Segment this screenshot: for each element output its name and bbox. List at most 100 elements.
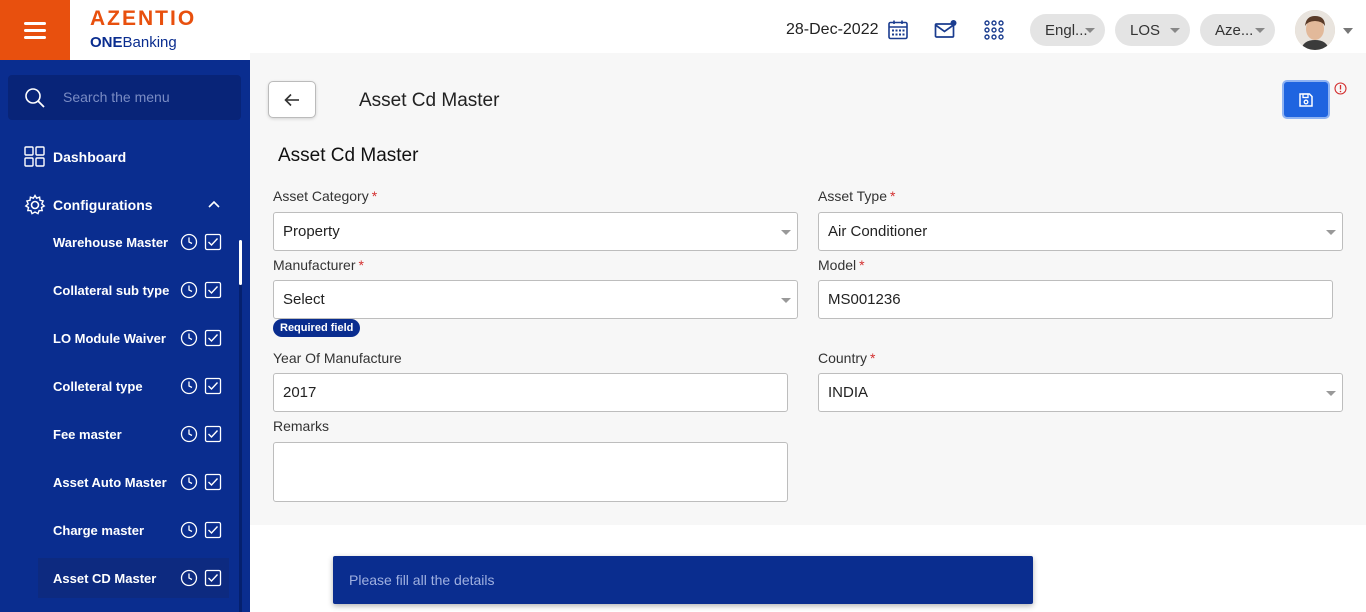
history-icon[interactable]: [180, 377, 198, 395]
checkbox-icon[interactable]: [204, 521, 222, 539]
sidebar-item-dashboard[interactable]: Dashboard: [24, 145, 126, 169]
required-mark: *: [859, 257, 865, 273]
required-mark: *: [890, 188, 896, 204]
apps-grid-icon[interactable]: [982, 18, 1006, 42]
chevron-down-icon: [1326, 230, 1336, 235]
history-icon[interactable]: [180, 281, 198, 299]
gear-icon: [24, 194, 46, 215]
asset-category-label: Asset Category *: [273, 188, 377, 204]
chevron-down-icon: [781, 298, 791, 303]
year-input[interactable]: 2017: [273, 373, 788, 412]
arrow-left-icon: [284, 93, 299, 106]
sidebar-item-collateral-sub-type[interactable]: Collateral sub type: [38, 270, 229, 310]
chevron-down-icon: [1255, 28, 1265, 33]
history-icon[interactable]: [180, 521, 198, 539]
language-select[interactable]: Engl...: [1030, 14, 1105, 46]
model-input[interactable]: MS001236: [818, 280, 1333, 319]
history-icon[interactable]: [180, 329, 198, 347]
model-label: Model *: [818, 257, 865, 273]
sidebar-item-asset-cd-master[interactable]: Asset CD Master: [38, 558, 229, 598]
module-select[interactable]: LOS: [1115, 14, 1190, 46]
asset-category-label-text: Asset Category: [273, 188, 369, 204]
required-mark: *: [371, 188, 378, 204]
logo-sub-regular: Banking: [122, 34, 177, 51]
sidebar-item-charge-master[interactable]: Charge master: [38, 510, 229, 550]
country-select[interactable]: INDIA: [818, 373, 1343, 412]
back-button[interactable]: [268, 81, 316, 118]
manufacturer-label: Manufacturer *: [273, 257, 364, 273]
sidebar-item-label: Dashboard: [53, 149, 127, 165]
model-value: MS001236: [828, 291, 901, 308]
form-title: Asset Cd Master: [278, 145, 419, 166]
search-placeholder: Search the menu: [63, 89, 170, 105]
manufacturer-value: Select: [283, 291, 325, 308]
history-icon[interactable]: [180, 569, 198, 587]
remarks-textarea[interactable]: [273, 442, 788, 502]
save-button[interactable]: [1282, 80, 1330, 119]
page-title: Asset Cd Master: [359, 90, 500, 111]
sidebar-item-warehouse-master[interactable]: Warehouse Master: [38, 222, 229, 262]
sidebar-item-configurations[interactable]: Configurations: [24, 193, 153, 217]
save-icon: [1299, 92, 1313, 107]
asset-category-select[interactable]: Property: [273, 212, 798, 251]
logo-brand: AZENTIO: [90, 7, 197, 30]
checkbox-icon[interactable]: [204, 569, 222, 587]
current-date: 28-Dec-2022: [786, 21, 879, 38]
avatar-image: [1295, 10, 1335, 50]
asset-category-value: Property: [283, 223, 340, 240]
avatar[interactable]: [1295, 10, 1335, 50]
sidebar: Search the menu Dashboard Configurations…: [0, 60, 250, 612]
top-bar: AZENTIO ONEBanking 28-Dec-2022 Engl... L…: [0, 0, 1366, 60]
asset-type-label-text: Asset Type: [818, 188, 888, 204]
sidebar-item-asset-auto-master[interactable]: Asset Auto Master: [38, 462, 229, 502]
menu-icon: [24, 22, 46, 39]
sidebar-scrollbar[interactable]: [239, 240, 242, 285]
entity-select[interactable]: Aze...: [1200, 14, 1275, 46]
calendar-icon[interactable]: [886, 18, 910, 42]
sidebar-item-label: Configurations: [53, 197, 153, 213]
error-icon: [1334, 82, 1347, 95]
sidebar-scroll-track[interactable]: [239, 285, 242, 612]
checkbox-icon[interactable]: [204, 329, 222, 347]
country-label: Country *: [818, 350, 875, 366]
manufacturer-select[interactable]: Select: [273, 280, 798, 319]
history-icon[interactable]: [180, 233, 198, 251]
menu-search-input[interactable]: Search the menu: [8, 75, 241, 120]
logo-sub: ONEBanking: [90, 34, 196, 52]
module-value: LOS: [1130, 21, 1161, 39]
chevron-down-icon: [781, 230, 791, 235]
year-label: Year Of Manufacture: [273, 350, 402, 366]
model-label-text: Model: [818, 257, 857, 273]
checkbox-icon[interactable]: [204, 473, 222, 491]
chevron-down-icon: [1170, 28, 1180, 33]
checkbox-icon[interactable]: [204, 425, 222, 443]
required-field-badge: Required field: [273, 319, 361, 337]
sidebar-item-label: Fee master: [53, 426, 122, 442]
manufacturer-label-text: Manufacturer: [273, 257, 356, 273]
avatar-chevron-down-icon[interactable]: [1343, 28, 1353, 34]
logo-sub-bold: ONE: [90, 34, 123, 51]
checkbox-icon[interactable]: [204, 377, 222, 395]
sidebar-item-fee-master[interactable]: Fee master: [38, 414, 229, 454]
country-label-text: Country: [818, 350, 868, 366]
toast-message: Please fill all the details: [349, 572, 495, 588]
checkbox-icon[interactable]: [204, 281, 222, 299]
history-icon[interactable]: [180, 425, 198, 443]
asset-type-select[interactable]: Air Conditioner: [818, 212, 1343, 251]
remarks-label-text: Remarks: [273, 418, 330, 434]
history-icon[interactable]: [180, 473, 198, 491]
mail-icon[interactable]: [933, 18, 957, 42]
sidebar-item-label: Charge master: [53, 522, 145, 538]
chevron-up-icon[interactable]: [208, 200, 220, 208]
toast-notification: Please fill all the details: [333, 556, 1033, 604]
checkbox-icon[interactable]: [204, 233, 222, 251]
menu-button[interactable]: [0, 0, 70, 60]
sidebar-item-colleteral-type[interactable]: Colleteral type: [38, 366, 229, 406]
asset-type-label: Asset Type *: [818, 188, 895, 204]
sidebar-item-lo-module-waiver[interactable]: LO Module Waiver: [38, 318, 229, 358]
asset-type-value: Air Conditioner: [828, 223, 928, 240]
logo: AZENTIO ONEBanking: [90, 8, 196, 52]
chevron-down-icon: [1326, 391, 1336, 396]
dashboard-icon: [24, 146, 45, 167]
remarks-label: Remarks: [273, 418, 329, 434]
